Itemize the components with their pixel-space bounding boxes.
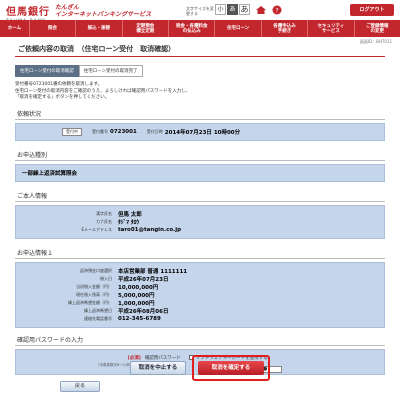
prepayment-date-value: 平成26年08月06日 [118, 308, 169, 315]
nav-item-transfer[interactable]: 振込・振替 [76, 20, 123, 37]
step-indicator: 住宅ローン受付の取消確認 住宅ローン受付の取消完了 [15, 65, 385, 77]
application-band: 返済預金口座選択 本店営業部 普通 1111111 借入日 平成26年07月23日 … [15, 261, 385, 328]
kana-name-label: カナ氏名 [96, 218, 112, 224]
service-name-line1: たんぎん [55, 3, 80, 11]
kana-name-value: ﾀｼﾞﾏ ﾀﾛｳ [118, 219, 140, 226]
application-section-title: お申込情報１ [15, 247, 385, 259]
email-label: Eメールアドレス [81, 226, 112, 232]
confirm-button[interactable]: 取消を確定する [198, 361, 264, 375]
current-balance-value: 5,000,000円 [118, 292, 155, 299]
loan-date-value: 平成26年07月23日 [118, 276, 169, 283]
prepayment-date-label: 繰上返済希望日 [84, 307, 112, 313]
type-section-title: お申込種別 [15, 149, 385, 161]
prepayment-amount-label: 繰上返済希望金額（円） [68, 299, 112, 305]
back-button[interactable]: 戻る [60, 381, 100, 392]
font-size-large-button[interactable]: あ [239, 4, 250, 15]
page-title: ご依頼内容の取消 （住宅ローン受付 取消確認） [15, 42, 385, 57]
font-size-small-button[interactable]: 小 [215, 4, 226, 15]
type-band: 一部繰上返済試算照会 [15, 163, 385, 182]
kanji-name-label: 漢字氏名 [96, 210, 112, 216]
nav-item-security[interactable]: セキュリティ サービス [308, 20, 355, 37]
step-current: 住宅ローン受付の取消確認 [15, 65, 79, 77]
receipt-date-value: 2014年07月23日 10時00分 [164, 129, 241, 136]
phone-value: 012-345-6789 [118, 315, 161, 322]
prepayment-amount-value: 1,000,000円 [118, 300, 155, 307]
lead-line: 「取消を確定する」ボタンを押してください。 [15, 95, 110, 100]
font-size-medium-button[interactable]: あ [227, 4, 238, 15]
service-name-line2: インターネットバンキングサービス [55, 10, 152, 18]
repayment-account-value: 本店営業部 普通 1111111 [118, 268, 188, 275]
main-nav: ホーム 照会 振込・振替 定期預金 積立定期 税金・各種料金 の払込み 住宅ロー… [0, 20, 400, 37]
home-icon[interactable] [255, 5, 267, 15]
logout-button[interactable]: ログアウト [350, 4, 394, 16]
personal-band: 漢字氏名 但馬 太郎 カナ氏名 ﾀｼﾞﾏ ﾀﾛｳ Eメールアドレス taro01@ta… [15, 204, 385, 239]
initial-amount-value: 10,000,000円 [118, 284, 159, 291]
email-value: taro01@tangin.co.jp [118, 226, 182, 233]
phone-label: 連絡先電話番号 [84, 315, 112, 321]
nav-item-inquiry[interactable]: 照会 [30, 20, 77, 37]
nav-item-housing-loan[interactable]: 住宅ローン [215, 20, 262, 37]
nav-item-tax-payment[interactable]: 税金・各種料金 の払込み [169, 20, 216, 37]
auth-section-title: 確認用パスワードの入力 [15, 334, 385, 346]
personal-section-title: ご本人情報 [15, 190, 385, 202]
nav-item-applications[interactable]: 各種申込み 手続き [262, 20, 309, 37]
current-balance-label: 現在借入残高（円） [76, 291, 112, 297]
nav-item-registration[interactable]: ご登録情報 の変更 [355, 20, 400, 37]
receipt-no-label: 受付番号 [92, 128, 108, 134]
repayment-account-label: 返済預金口座選択 [80, 267, 112, 273]
status-section-title: 依頼状況 [15, 108, 385, 120]
confirm-highlight: 取消を確定する [192, 355, 270, 381]
bank-name: 但馬銀行 [6, 7, 50, 18]
button-area: 取消を中止する 取消を確定する [0, 353, 400, 383]
loan-date-label: 借入日 [100, 275, 112, 281]
main-content: ご依頼内容の取消 （住宅ローン受付 取消確認） 住宅ローン受付の取消確認 住宅ロ… [15, 42, 385, 375]
nav-item-home[interactable]: ホーム [0, 20, 30, 37]
help-icon[interactable]: ? [271, 5, 283, 15]
receipt-no-value: 0723001 [110, 128, 137, 135]
font-size-label: 文字サイズを変更する [186, 6, 214, 16]
type-value: 一部繰上返済試算照会 [22, 170, 78, 177]
nav-item-time-deposit[interactable]: 定期預金 積立定期 [123, 20, 170, 37]
step-next: 住宅ローン受付の取消完了 [78, 65, 143, 77]
receipt-date-label: 受付日時 [146, 128, 163, 134]
initial-amount-label: 当初借入金額（円） [76, 283, 112, 289]
svg-text:?: ? [275, 8, 278, 15]
kanji-name-value: 但馬 太郎 [118, 211, 142, 218]
status-badge: 受付中 [62, 127, 82, 136]
lead-text: 受付番号0723001番の依頼を取消します。 住宅ローン受付の取消内容をご確認の… [15, 82, 385, 102]
status-band: 受付中 受付番号 0723001 受付日時 2014年07月23日 10時00分 [15, 122, 385, 141]
cancel-button[interactable]: 取消を中止する [130, 361, 186, 375]
